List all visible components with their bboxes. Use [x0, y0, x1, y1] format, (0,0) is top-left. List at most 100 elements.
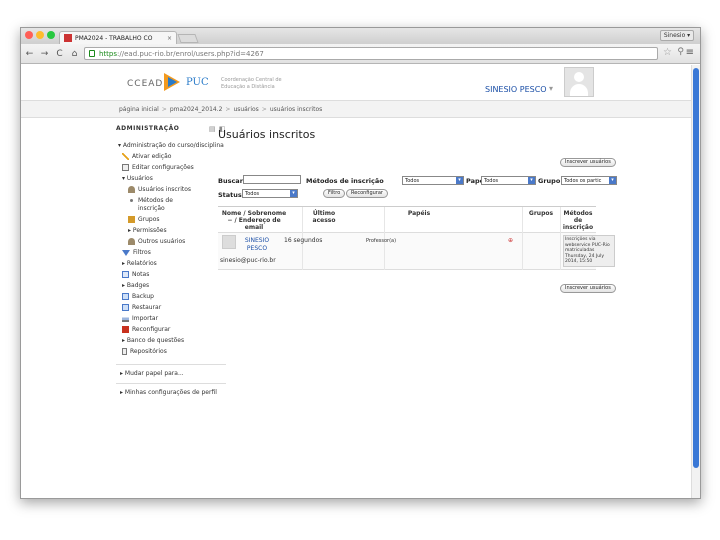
tree-item-groups[interactable]: Grupos: [116, 215, 226, 226]
tree-item-import[interactable]: Importar: [116, 314, 226, 325]
scrollbar-thumb[interactable]: [693, 68, 699, 468]
page-content: CCEAD PUC Coordenação Central de Educaçã…: [21, 65, 693, 498]
search-input[interactable]: [243, 175, 301, 184]
tree-item-edit-settings[interactable]: Editar configurações: [116, 163, 226, 174]
col-name-label[interactable]: Nome / Sobrenome: [222, 210, 286, 217]
user-icon: [128, 238, 135, 245]
tree-item-enrolled-users[interactable]: Usuários inscritos: [116, 185, 226, 196]
zoom-icon[interactable]: ⚲: [677, 47, 684, 57]
breadcrumb-course[interactable]: pma2024_2014.2: [170, 106, 223, 113]
tree-item-label: Restaurar: [132, 304, 162, 311]
enrol-users-button-top[interactable]: Inscrever usuários: [560, 158, 616, 167]
user-menu-chevron-icon[interactable]: ▾: [549, 84, 553, 93]
close-window-button[interactable]: [25, 31, 33, 39]
col-email-label[interactable]: / Endereço de email: [234, 217, 280, 231]
tab-close-icon[interactable]: ×: [167, 35, 172, 42]
tree-item-restore[interactable]: Restaurar: [116, 303, 226, 314]
chevron-down-icon: ▾: [290, 190, 297, 197]
logo-puc[interactable]: PUC: [186, 77, 209, 88]
tree-item-grades[interactable]: Notas: [116, 270, 226, 281]
breadcrumb-users[interactable]: usuários: [233, 106, 258, 113]
group-select[interactable]: Todos os partic ▾: [561, 176, 617, 185]
tree-item-label: ▸ Banco de questões: [122, 337, 185, 344]
import-icon: [122, 315, 129, 322]
tab-strip: PMA2024 - TRABALHO CO × Sinesio ▾: [21, 28, 700, 44]
status-select[interactable]: Todos ▾: [242, 189, 298, 198]
back-arrow-icon[interactable]: ←: [23, 47, 36, 60]
tree-item-permissions[interactable]: ▸ Permissões: [116, 226, 226, 237]
group-label: Grupo: [538, 177, 561, 185]
status-label: Status: [218, 191, 242, 199]
tree-item-repositories[interactable]: Repositórios: [116, 347, 226, 358]
add-group-icon[interactable]: ⊕: [508, 237, 513, 245]
chevron-down-icon: ▾: [609, 177, 616, 184]
tree-item-course-admin[interactable]: ▾ Administração do curso/disciplina: [116, 141, 226, 152]
col-enrol-methods: Métodos de inscrição: [562, 210, 594, 231]
tree-item-reset[interactable]: Reconfigurar: [116, 325, 226, 336]
minimize-window-button[interactable]: [36, 31, 44, 39]
group-icon: [128, 216, 135, 223]
col-groups: Grupos: [528, 210, 554, 217]
settings-icon: [122, 164, 129, 171]
filter-button[interactable]: Filtro: [323, 189, 346, 198]
reset-filter-button[interactable]: Reconfigurar: [346, 189, 388, 198]
enrol-users-button-bottom[interactable]: Inscrever usuários: [560, 284, 616, 293]
url-scheme: https: [99, 50, 118, 58]
maximize-window-button[interactable]: [47, 31, 55, 39]
user-icon: [128, 186, 135, 193]
filter-icon: [122, 249, 130, 256]
reload-icon[interactable]: C: [53, 47, 66, 60]
bookmark-star-icon[interactable]: ☆: [663, 47, 672, 58]
avatar[interactable]: [564, 67, 594, 97]
group-value: Todos os partic: [564, 178, 602, 184]
tree-item-label: Filtros: [133, 249, 151, 256]
role-select[interactable]: Todos ▾: [481, 176, 536, 185]
col-last-access[interactable]: Último acesso: [302, 210, 346, 224]
tree-item-filters[interactable]: Filtros: [116, 248, 226, 259]
address-bar[interactable]: https://ead.puc-rio.br/enrol/users.php?i…: [84, 47, 658, 60]
repo-icon: [122, 348, 127, 355]
forward-arrow-icon[interactable]: →: [38, 47, 51, 60]
tree-item-label: ▾ Usuários: [122, 175, 153, 182]
switch-role-link[interactable]: ▸ Mudar papel para...: [116, 370, 226, 377]
user-last-access: 16 segundos: [284, 237, 323, 244]
tree-item-label: Métodos de inscrição: [138, 197, 173, 212]
url-path: ://ead.puc-rio.br/enrol/users.php?id=426…: [117, 50, 264, 58]
user-name-link[interactable]: SINESIO PESCO: [240, 237, 274, 253]
profile-badge[interactable]: Sinesio ▾: [660, 30, 694, 41]
user-avatar[interactable]: [222, 235, 236, 249]
home-icon[interactable]: ⌂: [68, 47, 81, 60]
switch-role-section: ▸ Mudar papel para...: [116, 364, 226, 377]
tree-item-question-bank[interactable]: ▸ Banco de questões: [116, 336, 226, 347]
tree-item-label: Outros usuários: [138, 238, 186, 245]
tree-item-turn-editing[interactable]: Ativar edição: [116, 152, 226, 163]
enrol-method-badge: Inscrições via webservice PUC-Rio matric…: [563, 235, 615, 267]
tree-item-enrolment-methods[interactable]: Métodos de inscrição: [116, 196, 226, 215]
navigation-bar: ← → C ⌂ https://ead.puc-rio.br/enrol/use…: [21, 44, 700, 64]
breadcrumb-home[interactable]: página inicial: [119, 106, 159, 113]
bullet-icon: [130, 199, 133, 202]
vertical-scrollbar[interactable]: [691, 65, 700, 498]
col-name[interactable]: Nome / Sobrenome − / Endereço de email: [220, 210, 288, 231]
tree-item-label: Ativar edição: [132, 153, 172, 160]
tree-item-users[interactable]: ▾ Usuários: [116, 174, 226, 185]
tree-item-badges[interactable]: ▸ Badges: [116, 281, 226, 292]
breadcrumb-enrolled-users[interactable]: usuários inscritos: [270, 106, 322, 113]
tree-item-backup[interactable]: Backup: [116, 292, 226, 303]
tree-item-other-users[interactable]: Outros usuários: [116, 237, 226, 248]
menu-icon[interactable]: ≡: [686, 47, 694, 58]
logo-ccead[interactable]: CCEAD: [127, 79, 163, 89]
new-tab-button[interactable]: [177, 34, 199, 43]
tree-item-reports[interactable]: ▸ Relatórios: [116, 259, 226, 270]
user-menu-name[interactable]: SINESIO PESCO: [485, 85, 547, 94]
enrol-methods-select[interactable]: Todos ▾: [402, 176, 464, 185]
col-name-sort-icon[interactable]: −: [227, 217, 232, 224]
pencil-icon: [122, 153, 129, 160]
enrolled-users-table: Nome / Sobrenome − / Endereço de email Ú…: [218, 206, 615, 270]
tree-item-label: ▾ Administração do curso/disciplina: [118, 142, 224, 149]
page-title: Usuários inscritos: [218, 128, 316, 141]
window-controls: [25, 31, 55, 39]
profile-settings-link[interactable]: ▸ Minhas configurações de perfil: [116, 389, 226, 397]
browser-tab[interactable]: PMA2024 - TRABALHO CO ×: [59, 31, 177, 44]
user-role: Professor(a): [366, 238, 397, 244]
